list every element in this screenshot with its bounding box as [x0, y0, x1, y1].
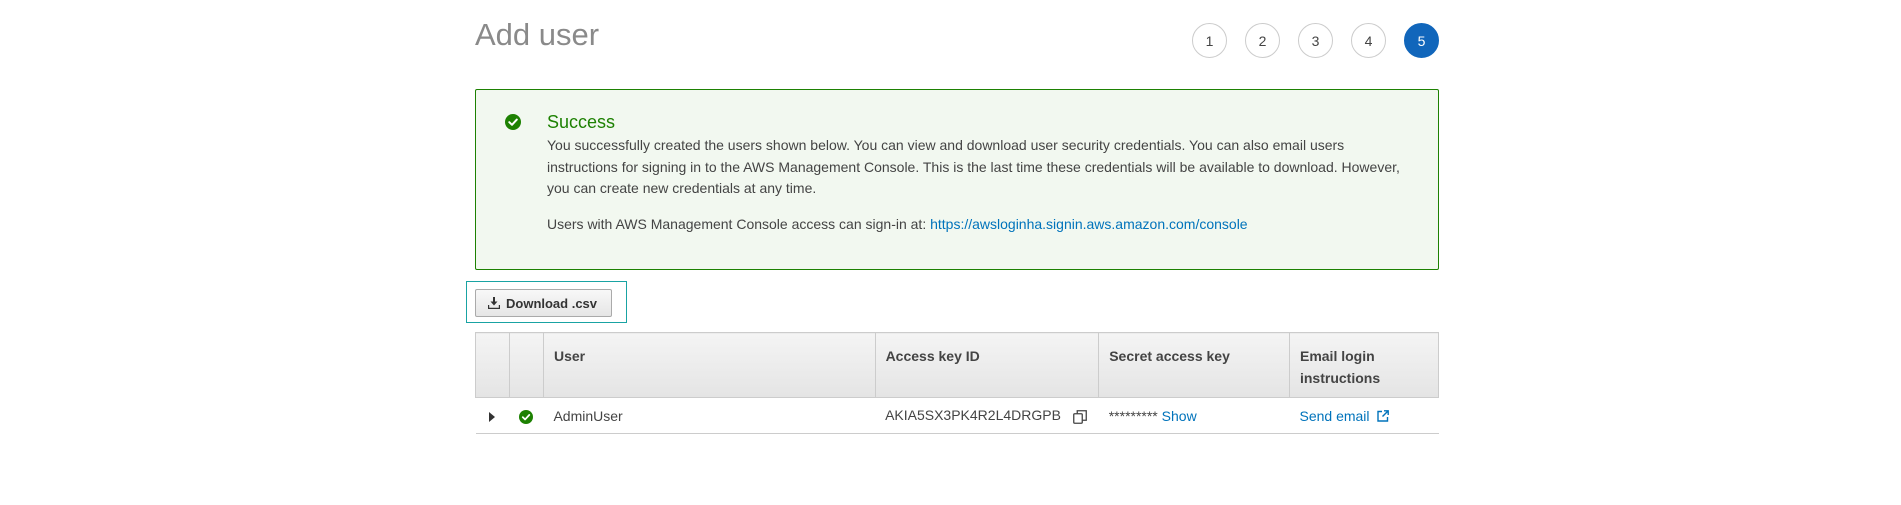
success-title: Success: [547, 112, 616, 132]
step-4[interactable]: 4: [1351, 23, 1386, 58]
row-status-cell: [509, 397, 544, 434]
row-access-key-cell: AKIA5SX3PK4R2L4DRGPB: [875, 397, 1099, 434]
check-circle-icon: [519, 409, 534, 424]
row-access-key: AKIA5SX3PK4R2L4DRGPB: [885, 407, 1061, 424]
copy-icon[interactable]: [1072, 409, 1087, 424]
row-secret-cell: ********* Show: [1098, 397, 1290, 434]
check-circle-icon: [505, 114, 521, 130]
header-email: Email login instructions: [1288, 332, 1440, 398]
step-2[interactable]: 2: [1245, 23, 1280, 58]
table-row: AdminUser AKIA5SX3PK4R2L4DRGPB *********…: [475, 397, 1439, 434]
row-expand-cell: [475, 397, 510, 434]
users-table: User Access key ID Secret access key Ema…: [475, 332, 1440, 434]
signin-prefix: Users with AWS Management Console access…: [547, 216, 931, 232]
download-csv-label: Download .csv: [506, 295, 598, 311]
download-focus-outline: Download .csv: [466, 281, 627, 323]
caret-right-icon[interactable]: [489, 411, 496, 422]
success-alert: Success You successfully created the use…: [475, 89, 1439, 270]
send-email-label: Send email: [1299, 407, 1370, 424]
row-user: AdminUser: [543, 397, 876, 434]
step-1[interactable]: 1: [1192, 23, 1227, 58]
step-5-active: 5: [1404, 23, 1439, 58]
header-user: User: [542, 332, 876, 398]
step-3[interactable]: 3: [1298, 23, 1333, 58]
download-csv-button[interactable]: Download .csv: [475, 289, 613, 317]
header-access-key: Access key ID: [874, 332, 1100, 398]
signin-info: Users with AWS Management Console access…: [547, 214, 1248, 234]
page-title: Add user: [475, 17, 600, 52]
success-message: You successfully created the users shown…: [547, 137, 1400, 196]
download-icon: [488, 297, 500, 309]
header-expand: [475, 332, 510, 398]
row-email-cell: Send email: [1289, 397, 1439, 434]
header-status: [508, 332, 544, 398]
show-secret-link[interactable]: Show: [1162, 408, 1197, 424]
wizard-steps: 1 2 3 4 5: [1192, 23, 1439, 58]
row-secret-mask: *********: [1108, 407, 1158, 424]
send-email-link[interactable]: Send email: [1299, 407, 1390, 424]
page: Add user 1 2 3 4 5 Success You successfu…: [0, 0, 1901, 505]
table-header-row: User Access key ID Secret access key Ema…: [475, 332, 1440, 398]
console-signin-link[interactable]: https://awsloginha.signin.aws.amazon.com…: [930, 216, 1248, 232]
external-link-icon: [1377, 409, 1390, 422]
header-secret-key: Secret access key: [1098, 332, 1290, 398]
